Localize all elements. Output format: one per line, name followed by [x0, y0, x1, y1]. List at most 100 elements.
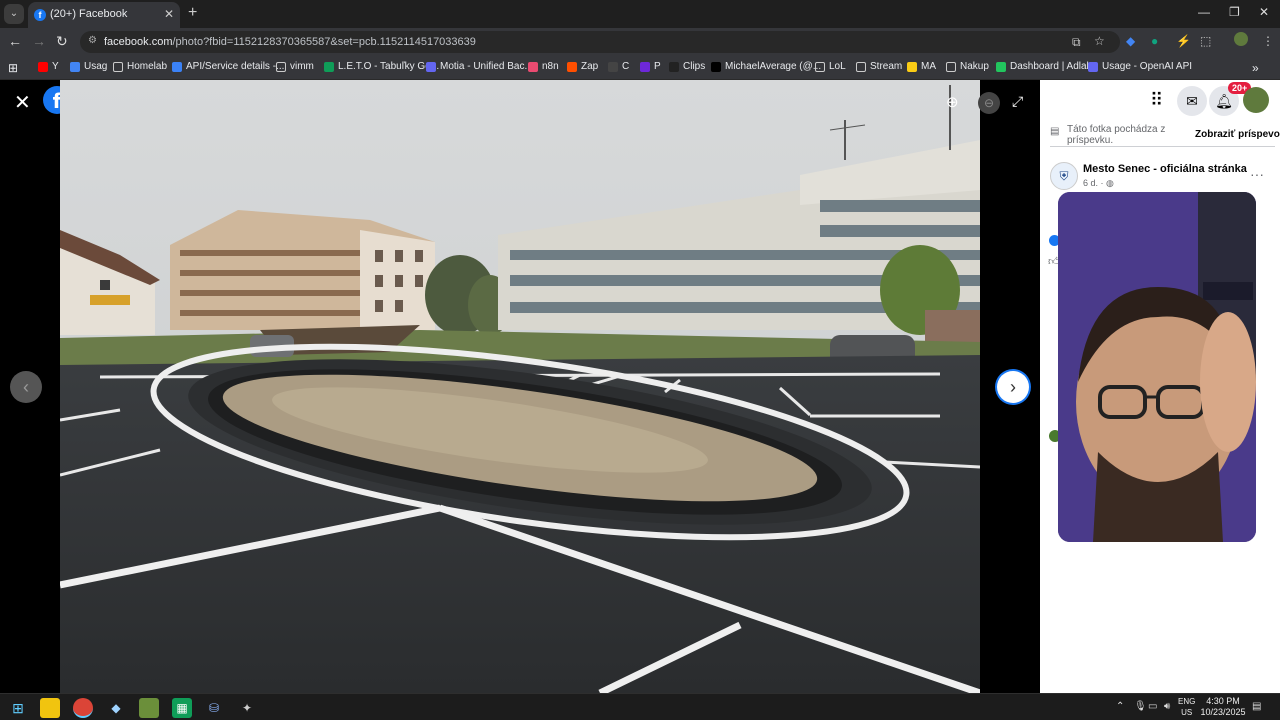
post-origin-text: Táto fotka pochádza z príspevku.: [1067, 124, 1166, 146]
start-windows-icon[interactable]: ⊞: [8, 698, 28, 718]
language-indicator[interactable]: ENG US: [1178, 696, 1195, 718]
app-icon[interactable]: ◆: [106, 698, 126, 718]
next-photo-button[interactable]: ›: [997, 371, 1029, 403]
tab-strip: ⌄ f (20+) Facebook ✕ + — ❐ ✕: [0, 0, 1280, 28]
close-viewer-icon[interactable]: ✕: [14, 90, 31, 115]
address-bar[interactable]: ⚙ facebook.com/photo?fbid=11521283703655…: [80, 31, 1120, 53]
bookmark-item[interactable]: API/Service details -...: [172, 61, 284, 72]
bookmark-favicon-icon: [608, 61, 618, 72]
bookmark-star-icon[interactable]: ☆: [1094, 34, 1105, 48]
previous-photo-button[interactable]: ‹: [10, 371, 42, 403]
tab-close-icon[interactable]: ✕: [164, 7, 174, 21]
bookmark-item[interactable]: Stream: [856, 61, 902, 72]
menu-kebab-icon[interactable]: ⋮: [1262, 34, 1274, 48]
close-window-button[interactable]: ✕: [1259, 5, 1269, 19]
view-post-link[interactable]: Zobraziť príspevok: [1195, 129, 1280, 140]
volume-icon[interactable]: 🔊︎: [1164, 701, 1170, 712]
bookmark-item[interactable]: C: [608, 61, 629, 72]
facebook-favicon-icon: f: [34, 9, 46, 21]
bookmark-favicon-icon: [426, 61, 436, 72]
bookmark-item[interactable]: vimm: [276, 61, 314, 72]
zoom-out-icon[interactable]: ⊖: [978, 92, 1000, 114]
extension-icon[interactable]: ◆: [1126, 34, 1135, 48]
minimize-button[interactable]: —: [1198, 5, 1210, 19]
bookmark-item[interactable]: Motia - Unified Bac...: [426, 61, 533, 72]
menu-grid-icon[interactable]: ⠿: [1150, 90, 1163, 111]
install-app-icon[interactable]: ⧉: [1072, 35, 1081, 50]
clock[interactable]: 4:30 PM 10/23/2025: [1200, 696, 1246, 718]
bookmark-item[interactable]: Homelab: [113, 61, 167, 72]
bookmark-favicon-icon: [640, 61, 650, 72]
steam-icon[interactable]: ⛁: [204, 698, 224, 718]
bookmark-item[interactable]: MichaelAverage (@...: [711, 61, 821, 72]
extension-icon-2[interactable]: ⚡: [1176, 34, 1191, 48]
bookmark-label: Motia - Unified Bac...: [440, 61, 533, 72]
bookmark-label: Nakup: [960, 61, 989, 72]
new-tab-button[interactable]: +: [188, 4, 197, 22]
file-explorer-icon[interactable]: [40, 698, 60, 718]
bookmark-item[interactable]: Dashboard | Adlab: [996, 61, 1092, 72]
restore-button[interactable]: ❐: [1229, 5, 1240, 19]
folder-icon: [113, 61, 123, 72]
windows-taskbar: ⊞ ◆ ▦ ⛁ ✦ ⌃ 🎙︎ ▭ 🔊︎ ENG US 4:30 PM 10/23/2…: [0, 693, 1280, 720]
bookmarks-bar: ⊞ Y Usag Homelab API/Service details -... vi…: [0, 56, 1280, 80]
bookmark-favicon-icon: [528, 61, 538, 72]
extensions-puzzle-icon[interactable]: ⬚: [1200, 34, 1211, 48]
browser-tab[interactable]: f (20+) Facebook ✕: [28, 2, 180, 28]
bookmark-item[interactable]: MA: [907, 61, 936, 72]
bookmark-label: LoL: [829, 61, 846, 72]
extension-gpt-icon[interactable]: ●: [1151, 34, 1158, 48]
bookmark-item[interactable]: Y: [38, 61, 59, 72]
microphone-icon[interactable]: 🎙︎: [1134, 701, 1147, 712]
bookmark-favicon-icon: [567, 61, 577, 72]
bookmark-label: Clips: [683, 61, 706, 72]
messenger-icon[interactable]: ✉: [1177, 86, 1207, 116]
url-text: facebook.com/photo?fbid=1152128370365587…: [104, 36, 476, 48]
post-photo: [60, 80, 980, 693]
bookmark-label: MichaelAverage (@...: [725, 61, 822, 72]
forward-button[interactable]: →: [32, 33, 46, 49]
bookmark-label: Usag: [84, 61, 108, 72]
divider: [1050, 146, 1275, 147]
bookmark-item[interactable]: n8n: [528, 61, 559, 72]
page-avatar[interactable]: ⛨: [1050, 162, 1078, 190]
bookmark-item[interactable]: P: [640, 61, 661, 72]
bookmark-item[interactable]: Usage - OpenAI API: [1088, 61, 1192, 72]
bookmark-item[interactable]: Clips: [669, 61, 705, 72]
app-icon-2[interactable]: [139, 698, 159, 718]
page-name-link[interactable]: Mesto Senec - oficiálna stránka: [1083, 163, 1247, 175]
account-avatar[interactable]: [1243, 87, 1269, 113]
sheets-icon[interactable]: ▦: [172, 698, 192, 718]
bookmark-item[interactable]: LoL: [815, 61, 846, 72]
bookmark-label: MA: [921, 61, 936, 72]
bookmark-favicon-icon: [324, 61, 334, 72]
bookmark-label: Stream: [870, 61, 903, 72]
bookmark-item[interactable]: L.E.T.O - Tabuľky Go...: [324, 61, 439, 72]
chrome-icon[interactable]: [73, 698, 93, 718]
apps-grid-icon[interactable]: ⊞: [8, 61, 18, 75]
tab-title: (20+) Facebook: [50, 8, 128, 20]
bookmark-label: L.E.T.O - Tabuľky Go...: [338, 61, 440, 72]
post-timestamp[interactable]: 6 d. · ◍: [1083, 178, 1114, 189]
more-bookmarks-icon[interactable]: »: [1252, 61, 1259, 75]
tab-search-button[interactable]: ⌄: [4, 4, 24, 24]
browser-toolbar: ← → ↻ ⚙ facebook.com/photo?fbid=11521283…: [0, 28, 1280, 56]
fullscreen-icon[interactable]: ⤢: [1012, 93, 1023, 110]
tray-chevron-icon[interactable]: ⌃: [1116, 701, 1124, 712]
more-options-icon[interactable]: ···: [1250, 166, 1264, 182]
site-info-icon[interactable]: ⚙: [88, 35, 97, 46]
folder-icon: [946, 61, 956, 72]
bookmark-item[interactable]: Zap: [567, 61, 598, 72]
reload-button[interactable]: ↻: [56, 33, 68, 50]
bookmark-item[interactable]: Nakup: [946, 61, 989, 72]
folder-icon: [856, 61, 866, 72]
network-icon[interactable]: ▭: [1148, 701, 1157, 712]
bookmark-item[interactable]: Usag: [70, 61, 107, 72]
zoom-in-icon[interactable]: ⊕: [946, 93, 959, 111]
profile-avatar[interactable]: [1234, 32, 1248, 46]
back-button[interactable]: ←: [8, 33, 22, 49]
bookmark-label: Usage - OpenAI API: [1102, 61, 1193, 72]
notification-center-icon[interactable]: ▤: [1252, 701, 1261, 712]
app-icon-3[interactable]: ✦: [237, 698, 257, 718]
folder-icon: [276, 61, 286, 72]
